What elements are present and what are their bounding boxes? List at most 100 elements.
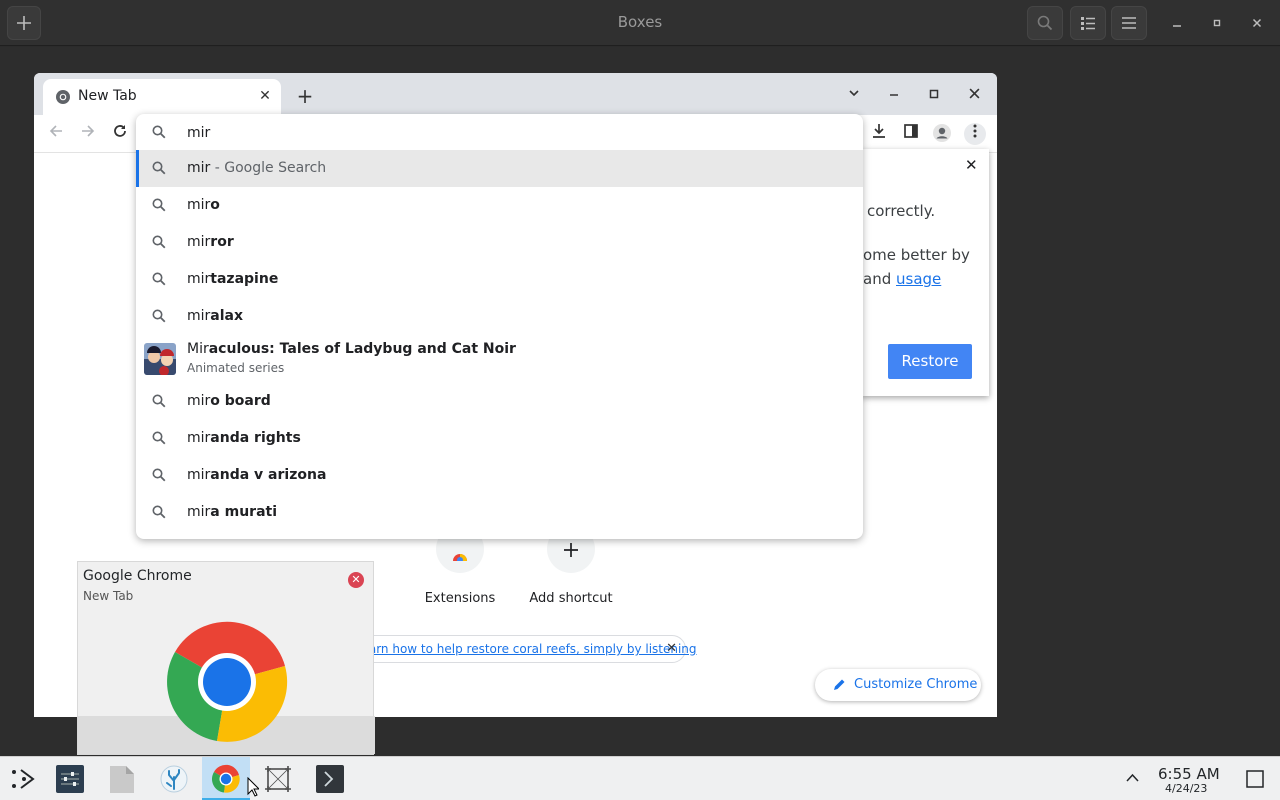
close-icon xyxy=(969,88,979,99)
chrome-logo-icon xyxy=(211,764,240,793)
suggestion-item[interactable]: miro xyxy=(136,187,863,224)
entity-subtitle: Animated series xyxy=(187,361,285,375)
more-vertical-icon xyxy=(973,124,977,138)
bubble-close-icon[interactable]: ✕ xyxy=(965,156,978,174)
suggestion-item[interactable]: mir - Google Search xyxy=(136,150,863,187)
maximize-button[interactable] xyxy=(1206,6,1228,40)
preview-close-icon[interactable]: ✕ xyxy=(348,572,364,588)
forward-button[interactable] xyxy=(77,123,99,145)
clock-date[interactable]: 4/24/23 xyxy=(1165,782,1207,795)
chevron-up-icon xyxy=(1126,773,1139,782)
entity-suggestion[interactable]: Miraculous: Tales of Ladybug and Cat Noi… xyxy=(136,334,863,384)
profile-button[interactable] xyxy=(931,123,953,145)
suggestion-item[interactable]: miralax xyxy=(136,298,863,335)
reload-icon xyxy=(114,125,126,137)
arrow-right-icon xyxy=(82,125,95,137)
downloads-button[interactable] xyxy=(868,123,890,145)
list-view-icon xyxy=(1081,17,1095,30)
clock-time[interactable]: 6:55 AM xyxy=(1158,765,1220,783)
suggestion-item[interactable]: mirtazapine xyxy=(136,261,863,298)
customize-chrome-label: Customize Chrome xyxy=(854,677,978,692)
suggestion-text: miranda v arizona xyxy=(187,467,327,483)
close-icon xyxy=(1252,18,1262,28)
tab-search-button[interactable] xyxy=(843,84,865,106)
task-file-manager[interactable] xyxy=(98,757,146,800)
show-desktop-button[interactable] xyxy=(1232,757,1280,800)
search-icon xyxy=(152,468,166,482)
promo-link[interactable]: Learn how to help restore coral reefs, s… xyxy=(355,642,697,656)
terminal-icon xyxy=(316,765,344,793)
task-screenshot-tool[interactable] xyxy=(254,757,302,800)
chrome-minimize-button[interactable] xyxy=(883,84,905,106)
coral-app-icon xyxy=(160,765,188,793)
search-icon xyxy=(152,505,166,519)
chrome-favicon-icon xyxy=(56,90,70,104)
search-icon xyxy=(152,394,166,408)
download-icon xyxy=(873,124,885,138)
show-desktop-icon xyxy=(1246,770,1264,788)
search-icon xyxy=(152,431,166,445)
pencil-icon xyxy=(834,679,845,690)
taskbar-window-preview[interactable]: Google Chrome New Tab ✕ xyxy=(77,561,375,755)
tab-title: New Tab xyxy=(78,88,137,104)
search-icon xyxy=(1037,15,1053,31)
screenshot-icon xyxy=(265,766,291,792)
chrome-web-store-icon xyxy=(453,554,467,561)
promo-banner: Learn how to help restore coral reefs, s… xyxy=(350,635,697,663)
suggestion-item[interactable]: miranda rights xyxy=(136,420,863,457)
maximize-icon xyxy=(1213,19,1221,27)
bubble-text-line: ome better by xyxy=(863,246,970,264)
system-tray-expander[interactable] xyxy=(1113,757,1151,800)
chrome-close-button[interactable] xyxy=(963,84,985,106)
tab-close-icon[interactable]: ✕ xyxy=(256,87,274,105)
side-panel-icon xyxy=(904,124,918,138)
shortcut-label: Extensions xyxy=(424,591,496,606)
suggestion-text: mirtazapine xyxy=(187,271,279,287)
omnibox-input[interactable]: mir xyxy=(136,114,863,150)
usage-link[interactable]: usage xyxy=(896,270,941,288)
preview-app-name: Google Chrome xyxy=(83,568,192,584)
search-button[interactable] xyxy=(1027,6,1063,40)
search-icon xyxy=(152,125,166,139)
restore-button[interactable]: Restore xyxy=(888,344,972,379)
preview-window-title: New Tab xyxy=(83,589,134,603)
suggestion-text: miranda rights xyxy=(187,430,301,446)
application-launcher[interactable] xyxy=(0,757,48,800)
minimize-icon xyxy=(890,94,898,96)
new-tab-button[interactable]: + xyxy=(293,85,317,107)
side-panel-button[interactable] xyxy=(900,123,922,145)
close-button[interactable] xyxy=(1246,6,1268,40)
entity-title: Miraculous: Tales of Ladybug and Cat Noi… xyxy=(187,341,516,357)
arrow-left-icon xyxy=(49,125,62,137)
customize-chrome-button[interactable]: Customize Chrome xyxy=(815,669,981,701)
list-view-button[interactable] xyxy=(1070,6,1106,40)
boxes-header-bar: Boxes xyxy=(0,0,1280,46)
suggestion-item[interactable]: miro board xyxy=(136,383,863,420)
suggestion-text: mirror xyxy=(187,234,234,250)
suggestion-item[interactable]: miranda v arizona xyxy=(136,457,863,494)
file-icon xyxy=(110,766,134,793)
chrome-menu-button[interactable] xyxy=(964,123,986,145)
restore-pages-bubble: ✕ correctly. ome better by and usage Res… xyxy=(861,149,989,396)
chrome-maximize-button[interactable] xyxy=(923,84,945,106)
back-button[interactable] xyxy=(45,123,67,145)
suggestion-text: miro board xyxy=(187,393,271,409)
bubble-text-line: and xyxy=(863,270,896,288)
hamburger-menu-icon xyxy=(1122,17,1136,29)
task-google-chrome[interactable] xyxy=(202,757,250,800)
chevron-down-icon xyxy=(849,90,859,97)
main-menu-button[interactable] xyxy=(1111,6,1147,40)
task-terminal[interactable] xyxy=(306,757,354,800)
task-system-settings[interactable] xyxy=(46,757,94,800)
minimize-button[interactable] xyxy=(1166,6,1188,40)
suggestion-item[interactable]: mirror xyxy=(136,224,863,261)
promo-close-icon[interactable]: ✕ xyxy=(666,641,677,656)
tab-new-tab[interactable]: New Tab ✕ xyxy=(43,79,281,115)
reload-button[interactable] xyxy=(109,123,131,145)
omnibox-text: mir xyxy=(187,125,211,141)
bubble-text-line: correctly. xyxy=(867,202,936,220)
taskbar: 6:55 AM 4/24/23 xyxy=(0,756,1280,800)
search-icon xyxy=(152,198,166,212)
task-discover[interactable] xyxy=(150,757,198,800)
suggestion-item[interactable]: mira murati xyxy=(136,494,863,531)
